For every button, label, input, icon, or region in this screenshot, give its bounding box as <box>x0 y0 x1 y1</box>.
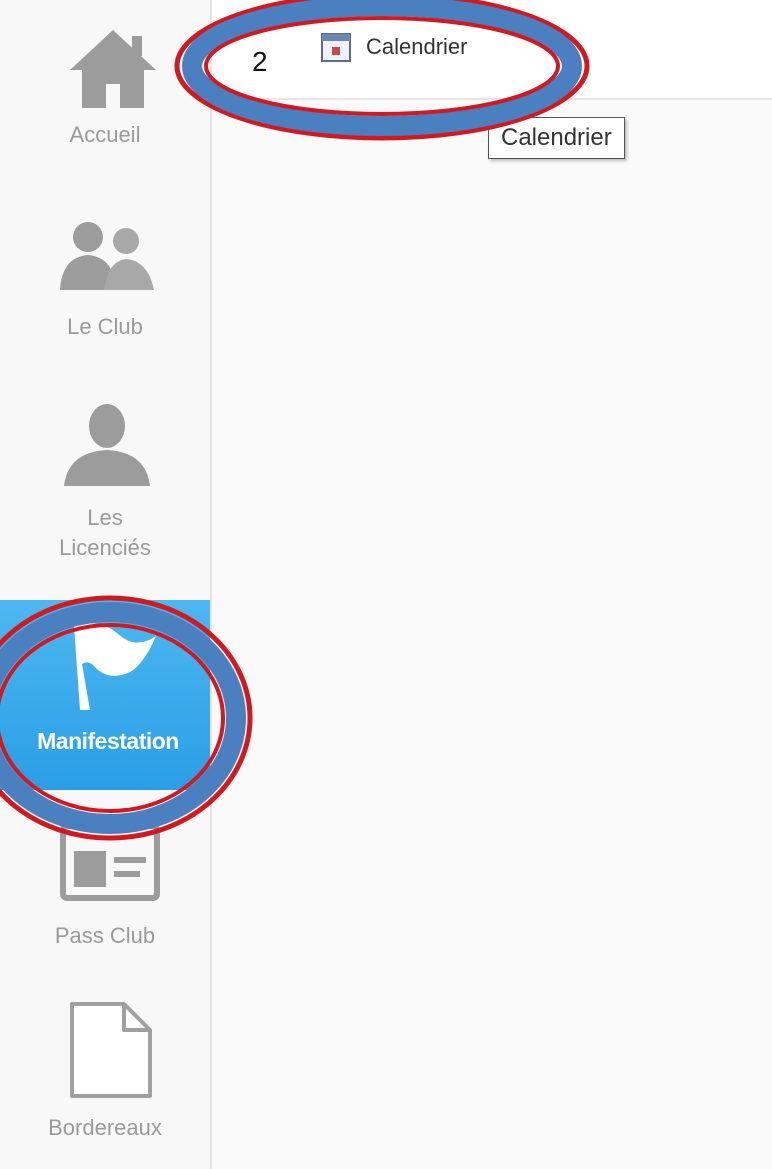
card-icon <box>60 823 160 901</box>
tooltip: Calendrier <box>488 117 625 159</box>
sidebar-item-label: Pass Club <box>54 923 156 948</box>
tab-calendrier[interactable]: Calendrier <box>320 22 468 72</box>
top-bar <box>212 0 772 100</box>
sidebar-item-le-club[interactable]: Le Club <box>0 200 210 350</box>
sidebar-item-pass-club[interactable]: Pass Club <box>0 815 210 965</box>
sidebar: Accueil Le Club Les Licenciés Manifestat… <box>0 0 212 1169</box>
user-icon <box>64 404 150 486</box>
sidebar-item-label: Le Club <box>67 314 143 339</box>
sidebar-item-label-line2: Licenciés <box>59 535 151 560</box>
sidebar-item-accueil[interactable]: Accueil <box>0 20 210 170</box>
sidebar-item-label-line1: Les <box>87 505 123 530</box>
sidebar-item-bordereaux[interactable]: Bordereaux <box>0 995 210 1165</box>
sidebar-item-label: Manifestation <box>37 728 179 754</box>
sidebar-item-label: Accueil <box>69 122 141 147</box>
sidebar-item-les-licencies[interactable]: Les Licenciés <box>0 385 210 580</box>
users-icon <box>60 222 154 290</box>
home-icon <box>70 30 156 108</box>
sidebar-item-label: Bordereaux <box>48 1115 162 1140</box>
calendar-icon <box>321 33 351 62</box>
sidebar-item-manifestation[interactable]: Manifestation <box>0 600 210 790</box>
tab-label: Calendrier <box>366 34 468 59</box>
step-number: 2 <box>252 46 268 77</box>
document-icon <box>70 1002 152 1098</box>
flag-icon <box>74 623 156 710</box>
